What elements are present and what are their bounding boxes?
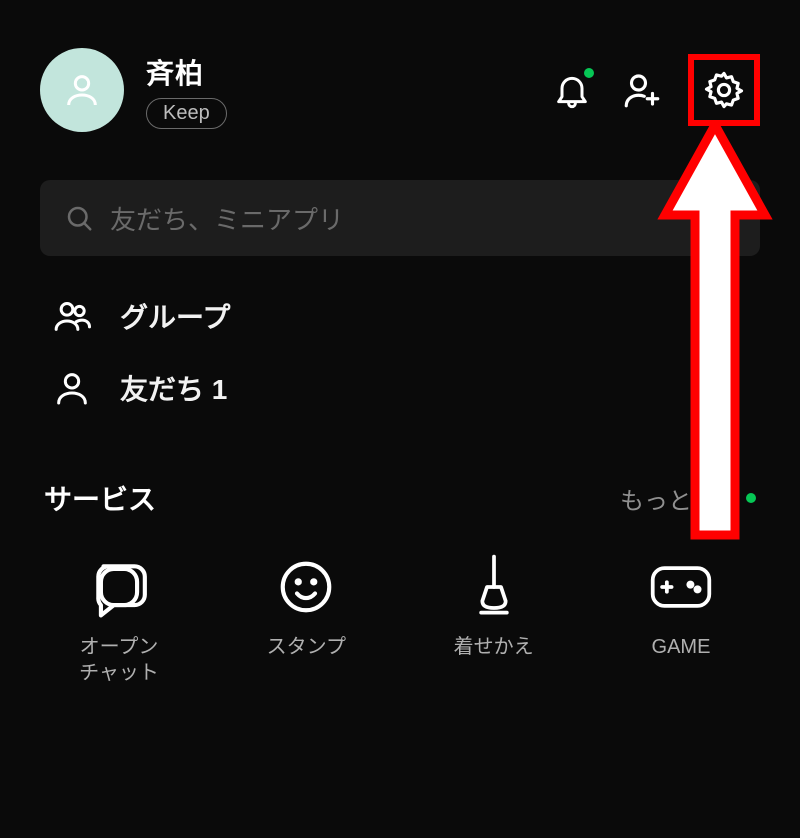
profile-name[interactable]: 斉柏 <box>146 52 227 92</box>
service-label: スタンプ <box>267 634 346 660</box>
avatar[interactable] <box>40 48 124 132</box>
see-more-label: もっと見る <box>620 481 740 516</box>
search-bar[interactable]: 友だち、ミニアプリ <box>40 180 760 256</box>
service-label: オープン チャット <box>79 634 159 686</box>
gear-icon <box>703 69 745 111</box>
settings-button-highlight <box>688 54 760 126</box>
navigation-list: グループ 友だち 1 <box>0 256 800 408</box>
header: 斉柏 Keep <box>0 0 800 156</box>
service-label: 着せかえ <box>454 634 534 660</box>
service-openchat[interactable]: オープン チャット <box>54 548 184 686</box>
service-game[interactable]: GAME <box>616 548 746 686</box>
keep-button[interactable]: Keep <box>146 98 227 129</box>
brush-icon <box>466 552 522 622</box>
groups-item[interactable]: グループ <box>52 296 760 336</box>
notification-dot <box>584 68 594 78</box>
friends-label: 友だち 1 <box>120 368 227 408</box>
header-actions <box>548 54 760 126</box>
services-header: サービス もっと見る <box>0 408 800 518</box>
services-grid: オープン チャット スタンプ 着せかえ <box>0 518 800 686</box>
person-icon <box>52 368 92 408</box>
add-person-icon <box>621 69 663 111</box>
settings-button[interactable] <box>703 69 745 111</box>
person-icon <box>62 70 102 110</box>
service-stamp[interactable]: スタンプ <box>241 548 371 686</box>
profile-text: 斉柏 Keep <box>146 52 227 129</box>
qr-scan-icon[interactable] <box>704 202 736 234</box>
see-more-link[interactable]: もっと見る <box>620 481 756 516</box>
service-theme[interactable]: 着せかえ <box>429 548 559 686</box>
search-icon <box>64 203 94 233</box>
friends-item[interactable]: 友だち 1 <box>52 368 760 408</box>
services-title: サービス <box>44 478 156 518</box>
add-friend-button[interactable] <box>618 66 666 114</box>
openchat-icon <box>88 556 150 618</box>
game-icon <box>648 561 714 613</box>
group-icon <box>52 296 92 336</box>
more-link-dot <box>746 493 756 503</box>
search-placeholder: 友だち、ミニアプリ <box>110 200 688 237</box>
service-label: GAME <box>652 634 711 660</box>
groups-label: グループ <box>120 296 230 336</box>
smile-icon <box>275 556 337 618</box>
notifications-button[interactable] <box>548 66 596 114</box>
